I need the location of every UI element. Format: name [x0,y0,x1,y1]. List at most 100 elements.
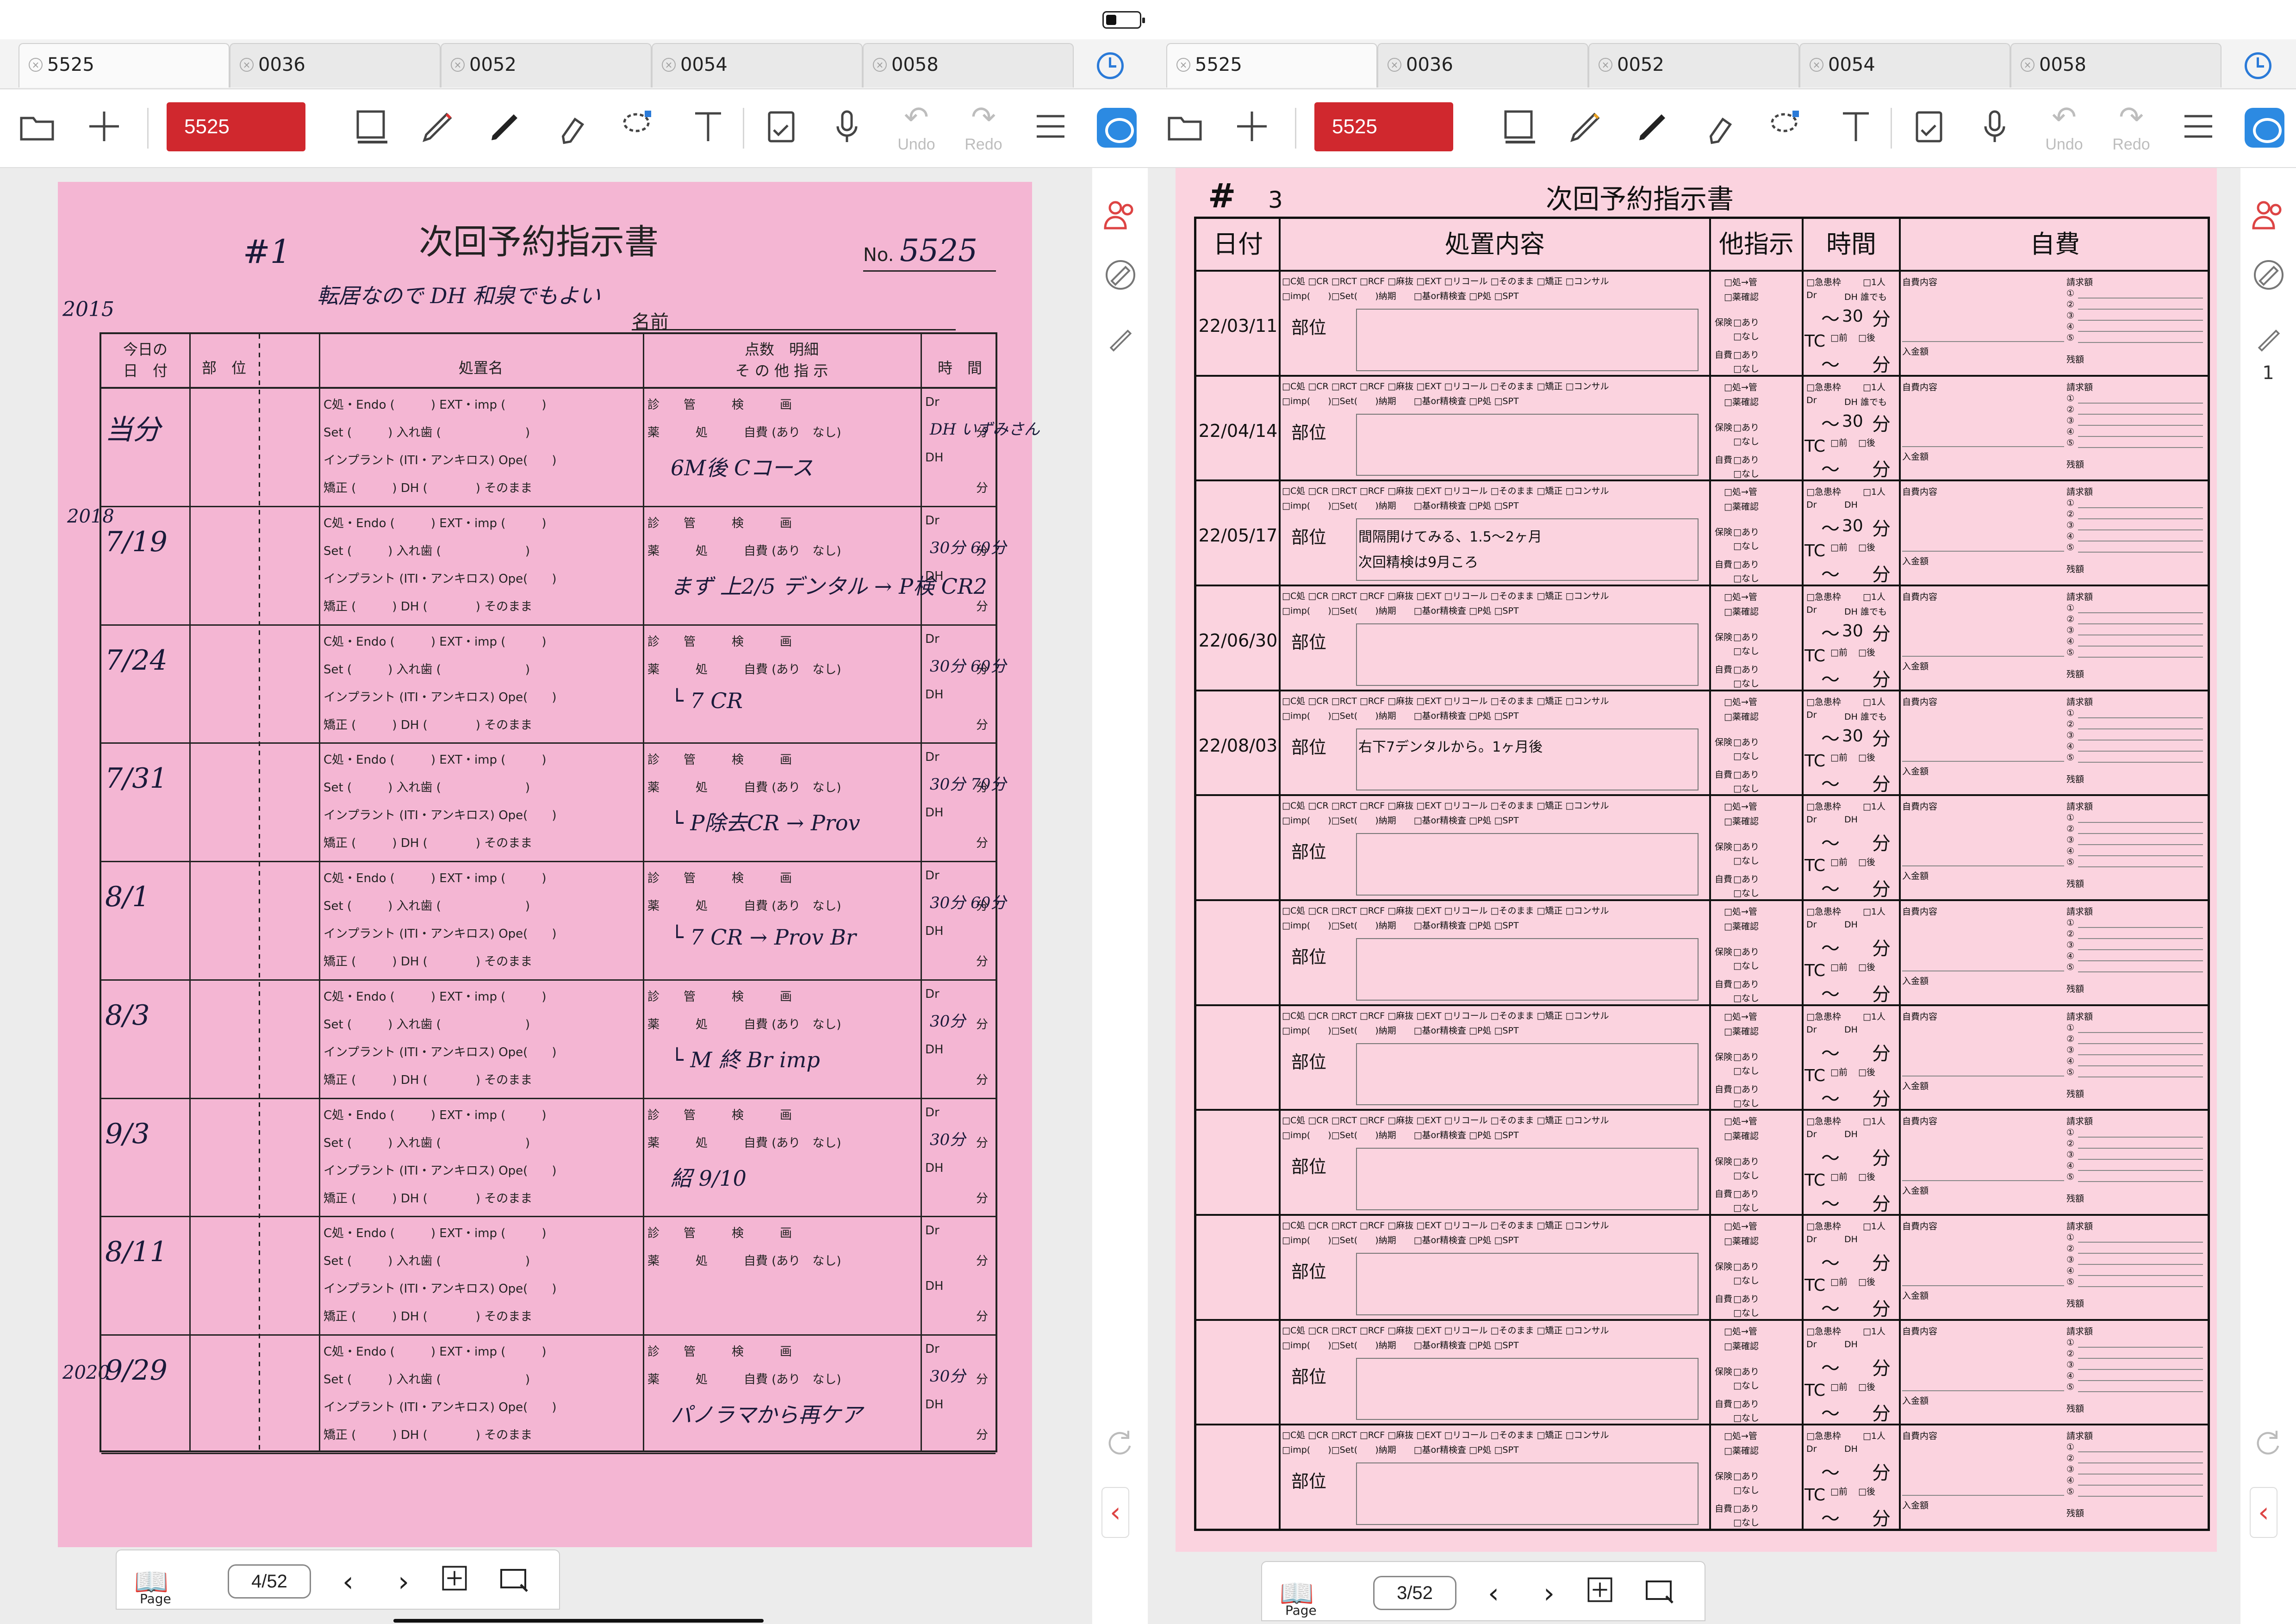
undo-button[interactable]: ↶ Undo [2039,99,2090,154]
next-page-icon[interactable]: › [385,1563,422,1600]
other-instruction-item[interactable]: □あり [1733,840,1759,852]
other-instruction-item[interactable]: □なし [1733,362,1759,374]
other-instruction-item[interactable]: □なし [1733,1516,1759,1528]
other-instruction-item[interactable]: □薬確認 [1724,605,1759,617]
treatment-note-box[interactable] [1356,1148,1699,1210]
add-icon[interactable] [81,103,127,149]
other-instruction-item[interactable]: □なし [1733,1201,1759,1213]
other-instruction-item[interactable]: □あり [1733,1260,1759,1272]
page-indicator[interactable]: 3/52 [1373,1576,1456,1610]
menu-icon[interactable] [1027,103,1074,149]
tc-after-checkbox[interactable]: □後 [1858,1485,1875,1497]
treatment-note-box[interactable] [1356,1253,1699,1315]
treatment-checkboxes[interactable]: □C処 □CR □RCT □RCF □麻抜 □EXT □リコール □そのまま □… [1282,1219,1609,1231]
tc-after-checkbox[interactable]: □後 [1858,646,1875,658]
emergency-checkbox[interactable]: □急患枠 [1806,1429,1841,1442]
emergency-checkbox[interactable]: □急患枠 [1806,800,1841,812]
tc-before-checkbox[interactable]: □前 [1830,960,1848,973]
treatment-checkboxes[interactable]: □C処 □CR □RCT □RCF □麻抜 □EXT □リコール □そのまま □… [1282,484,1609,497]
patient-name-box[interactable]: 5525 [1314,102,1453,151]
other-instruction-item[interactable]: 自費 [1715,663,1732,675]
lasso-icon[interactable] [1761,103,1807,149]
time-minutes-value[interactable]: 30 [1842,727,1863,746]
other-instruction-item[interactable]: □なし [1733,467,1759,479]
other-instruction-item[interactable]: 自費 [1715,348,1732,361]
other-instruction-item[interactable]: □あり [1733,421,1759,433]
treatment-checkboxes[interactable]: □imp( )□Set( )納期 □基or精検査 □P処 □SPT [1282,1443,1519,1456]
other-instruction-item[interactable]: □なし [1733,959,1759,971]
tc-before-checkbox[interactable]: □前 [1830,541,1848,553]
other-instruction-item[interactable]: □薬確認 [1724,815,1759,827]
other-instruction-item[interactable]: □あり [1733,316,1759,328]
other-instruction-item[interactable]: □あり [1733,1083,1759,1095]
history-clock-icon[interactable] [1097,52,1124,79]
other-instruction-item[interactable]: 自費 [1715,1502,1732,1514]
other-instruction-item[interactable]: □薬確認 [1724,1444,1759,1456]
one-person-checkbox[interactable]: □1人 [1863,275,1885,288]
one-person-checkbox[interactable]: □1人 [1863,1429,1885,1442]
other-instruction-item[interactable]: 保険 [1715,525,1732,538]
other-instruction-item[interactable]: □なし [1733,749,1759,762]
one-person-checkbox[interactable]: □1人 [1863,1010,1885,1022]
tc-after-checkbox[interactable]: □後 [1858,1065,1875,1078]
microphone-icon[interactable] [824,103,870,149]
close-icon[interactable]: × [1810,58,1823,72]
emergency-checkbox[interactable]: □急患枠 [1806,695,1841,708]
appointment-date[interactable]: 22/05/17 [1196,525,1280,546]
next-page-icon[interactable]: › [1531,1575,1568,1612]
other-instruction-item[interactable]: □あり [1733,525,1759,538]
other-instruction-item[interactable]: 自費 [1715,1397,1732,1410]
other-instruction-item[interactable]: □あり [1733,1050,1759,1063]
other-instruction-item[interactable]: □なし [1733,854,1759,866]
eraser-icon[interactable] [1696,103,1742,149]
treatment-checkboxes[interactable]: □C処 □CR □RCT □RCF □麻抜 □EXT □リコール □そのまま □… [1282,589,1609,602]
other-instruction-item[interactable]: □薬確認 [1724,1025,1759,1037]
tab-0052[interactable]: × 0052 [1588,43,1799,87]
close-icon[interactable]: × [29,58,43,72]
one-person-checkbox[interactable]: □1人 [1863,800,1885,812]
other-instruction-item[interactable]: 保険 [1715,316,1732,328]
other-instruction-item[interactable]: □あり [1733,1187,1759,1200]
treatment-checkboxes[interactable]: □imp( )□Set( )納期 □基or精検査 □P処 □SPT [1282,1128,1519,1141]
tc-before-checkbox[interactable]: □前 [1830,1485,1848,1497]
other-instruction-item[interactable]: 自費 [1715,558,1732,570]
pen-annotation-icon[interactable] [1106,325,1134,353]
other-instruction-item[interactable]: 保険 [1715,735,1732,748]
other-instruction-item[interactable]: □あり [1733,977,1759,990]
tab-5525[interactable]: × 5525 [19,43,230,87]
add-page-icon[interactable] [1581,1575,1618,1612]
tc-after-checkbox[interactable]: □後 [1858,541,1875,553]
tc-after-checkbox[interactable]: □後 [1858,1275,1875,1288]
treatment-checkboxes[interactable]: □C処 □CR □RCT □RCF □麻抜 □EXT □リコール □そのまま □… [1282,1428,1609,1441]
document-viewport[interactable]: # 3 次回予約指示書 日付 処置内容 他指示 時間 自費 22/03/11 □C… [1148,168,2296,1624]
other-instruction-item[interactable]: □薬確認 [1724,1339,1759,1352]
one-person-checkbox[interactable]: □1人 [1863,590,1885,603]
other-instruction-item[interactable]: □処→管 [1724,275,1757,288]
other-instruction-item[interactable]: □あり [1733,1365,1759,1377]
treatment-checkboxes[interactable]: □C処 □CR □RCT □RCF □麻抜 □EXT □リコール □そのまま □… [1282,274,1609,287]
collapse-chevron-icon[interactable]: ‹ [2250,1487,2277,1538]
treatment-checkboxes[interactable]: □C処 □CR □RCT □RCF □麻抜 □EXT □リコール □そのまま □… [1282,904,1609,916]
other-instruction-item[interactable]: 保険 [1715,1469,1732,1482]
refresh-icon[interactable] [2252,1427,2290,1465]
close-icon[interactable]: × [1176,58,1190,72]
other-instruction-item[interactable]: 自費 [1715,872,1732,885]
undo-button[interactable]: ↶ Undo [891,99,942,154]
tc-before-checkbox[interactable]: □前 [1830,331,1848,343]
other-instruction-item[interactable]: □なし [1733,1096,1759,1109]
fountain-pen-icon[interactable] [414,103,460,149]
other-instruction-item[interactable]: □なし [1733,1064,1759,1076]
other-instruction-item[interactable]: □なし [1733,782,1759,794]
other-instruction-item[interactable]: □あり [1733,1502,1759,1514]
other-instruction-item[interactable]: □処→管 [1724,695,1757,708]
prev-page-icon[interactable]: ‹ [1475,1575,1512,1612]
redo-button[interactable]: ↷ Redo [2106,99,2157,154]
add-page-icon[interactable] [436,1563,473,1600]
screen-fit-icon[interactable] [1642,1575,1679,1612]
tc-after-checkbox[interactable]: □後 [1858,1380,1875,1393]
treatment-checkboxes[interactable]: □imp( )□Set( )納期 □基or精検査 □P処 □SPT [1282,394,1519,407]
close-icon[interactable]: × [662,58,676,72]
other-instruction-item[interactable]: 自費 [1715,1187,1732,1200]
app-switch-icon[interactable] [1097,108,1137,148]
other-instruction-item[interactable]: □あり [1733,630,1759,643]
